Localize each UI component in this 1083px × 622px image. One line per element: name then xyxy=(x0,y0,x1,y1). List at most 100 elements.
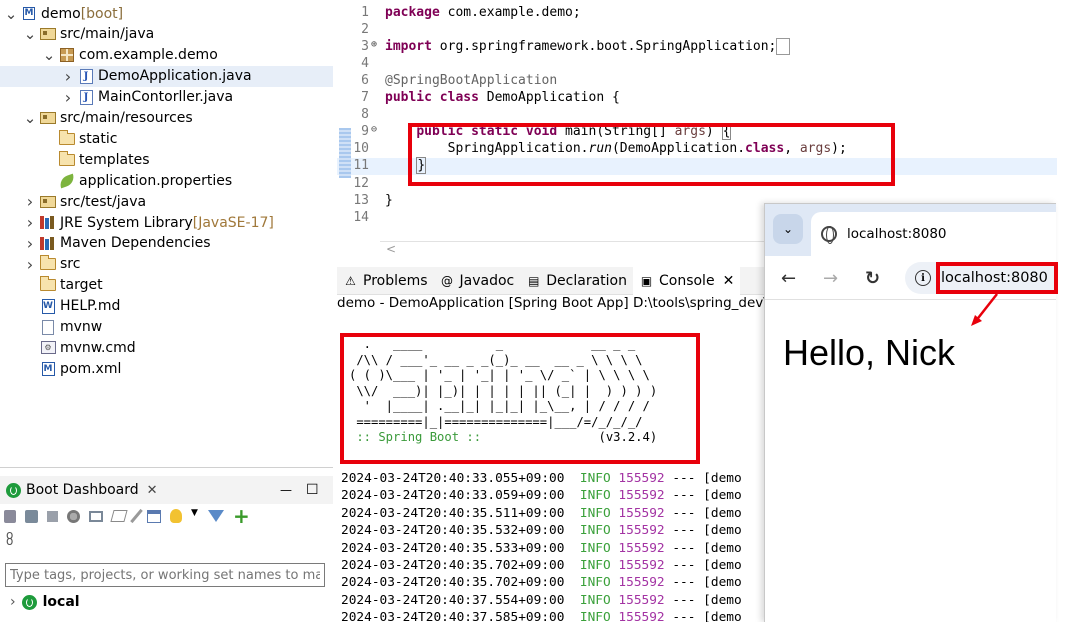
tree-item[interactable]: ⚙ mvnw.cmd xyxy=(0,337,333,358)
code-text: } xyxy=(416,157,427,174)
tree-item[interactable]: › src/test/java xyxy=(0,191,333,212)
log-level: INFO xyxy=(579,488,611,504)
tree-item[interactable]: Mpom.xml xyxy=(0,358,333,379)
chevron-right-icon[interactable]: › xyxy=(23,234,37,253)
chevron-right-icon[interactable]: › xyxy=(61,88,75,107)
fold-toggle-icon[interactable]: ⊕ xyxy=(371,39,381,56)
log-pid: 155592 xyxy=(618,610,665,622)
tree-item[interactable]: ⌄ Mdemo [boot] xyxy=(0,3,333,24)
fold-toggle-icon[interactable]: ⊖ xyxy=(371,124,381,141)
log-timestamp: 2024-03-24T20:40:33.059+09:00 xyxy=(341,488,565,504)
boot-dashboard-tab[interactable]: Boot Dashboard ✕ — ☐ xyxy=(0,476,333,504)
tree-item[interactable]: static xyxy=(0,128,333,149)
code-line[interactable]: 4 xyxy=(337,56,1057,73)
filter-input[interactable] xyxy=(5,563,325,587)
code-line[interactable]: 7 public class DemoApplication { xyxy=(337,90,1057,107)
tree-item[interactable]: mvnw xyxy=(0,317,333,338)
tree-item[interactable]: › JRE System Library [JavaSE-17] xyxy=(0,212,333,233)
back-button[interactable]: ← xyxy=(781,268,796,289)
tree-item[interactable]: ⌄ com.example.demo xyxy=(0,45,333,66)
minimize-icon[interactable]: — xyxy=(280,483,292,497)
spring-boot-version: (v3.2.4) xyxy=(481,430,658,444)
code-line[interactable]: 2 xyxy=(337,22,1057,39)
edit-icon[interactable] xyxy=(130,508,143,524)
debug-icon[interactable] xyxy=(25,509,38,523)
site-info-icon[interactable]: i xyxy=(915,270,931,286)
tree-item[interactable]: application.properties xyxy=(0,170,333,191)
chevron-right-icon[interactable]: › xyxy=(61,67,75,86)
tab-console[interactable]: ▣ Console ✕ xyxy=(632,266,741,295)
local-target-row[interactable]: › local xyxy=(10,594,80,610)
filter-icon[interactable] xyxy=(208,510,224,522)
tree-item[interactable]: ⌄ src/main/java xyxy=(0,24,333,45)
code-line[interactable]: 11 } xyxy=(337,157,1057,175)
tree-item[interactable]: › J MainContorller.java xyxy=(0,87,333,108)
browser-toolbar: ← → ↻ i localhost:8080 xyxy=(765,256,1056,300)
console-icon[interactable] xyxy=(110,510,128,522)
declaration-icon: ▤ xyxy=(528,273,540,288)
tree-item[interactable]: › Maven Dependencies xyxy=(0,233,333,254)
boot-dashboard-toolbar: ▼ + xyxy=(4,506,250,526)
browser-tab[interactable]: localhost:8080 xyxy=(811,212,1056,256)
tree-item-label: mvnw xyxy=(60,319,103,335)
folder-icon xyxy=(39,255,57,272)
chevron-right-icon[interactable]: › xyxy=(10,594,16,610)
log-level: INFO xyxy=(579,610,611,622)
chevron-down-icon[interactable]: ⌄ xyxy=(23,27,37,42)
console-output[interactable]: . ____ _ __ _ _ /\\ / ___'_ __ _ _(_)_ _… xyxy=(337,313,767,622)
properties-icon[interactable] xyxy=(147,509,161,523)
chevron-right-icon[interactable]: › xyxy=(23,213,37,232)
tree-item[interactable]: › src xyxy=(0,254,333,275)
code-line[interactable]: 1 package com.example.demo; xyxy=(337,5,1057,22)
browser-window: ⌄ localhost:8080 ← → ↻ i localhost:8080 … xyxy=(764,203,1056,622)
tree-item[interactable]: templates xyxy=(0,149,333,170)
code-line[interactable]: 12 xyxy=(337,176,1057,193)
log-rest: --- [demo xyxy=(664,471,742,486)
forward-button[interactable]: → xyxy=(823,268,838,289)
add-icon[interactable]: + xyxy=(233,506,250,526)
log-line: 2024-03-24T20:40:35.702+09:00 INFO 15559… xyxy=(341,558,742,575)
file-icon xyxy=(39,319,57,335)
banner-line: . ____ _ __ _ _ xyxy=(349,337,636,351)
start-icon[interactable] xyxy=(4,509,16,523)
chevron-down-icon[interactable]: ⌄ xyxy=(23,111,37,126)
chevron-right-icon[interactable]: › xyxy=(23,255,37,274)
tree-item[interactable]: target xyxy=(0,275,333,296)
close-icon[interactable]: ✕ xyxy=(147,483,158,498)
lightbulb-icon[interactable] xyxy=(170,509,182,523)
close-icon[interactable]: ✕ xyxy=(723,273,735,289)
tree-item[interactable]: W HELP.md xyxy=(0,296,333,317)
code-line[interactable]: 6 @SpringBootApplication xyxy=(337,73,1057,90)
log-line: 2024-03-24T20:40:37.585+09:00 INFO 15559… xyxy=(341,610,742,622)
gutter xyxy=(371,107,381,124)
log-timestamp: 2024-03-24T20:40:35.533+09:00 xyxy=(341,540,565,556)
stop-icon[interactable] xyxy=(47,510,58,522)
chevron-right-icon[interactable]: › xyxy=(23,192,37,211)
chevron-down-icon[interactable]: ⌄ xyxy=(4,6,18,21)
restart-icon[interactable] xyxy=(67,509,80,523)
reload-button[interactable]: ↻ xyxy=(865,268,880,289)
chevron-down-icon[interactable]: ▼ xyxy=(191,508,199,524)
page-content-text: Hello, Nick xyxy=(783,332,956,373)
code-text: public class DemoApplication { xyxy=(385,90,620,105)
javadoc-icon: @ xyxy=(441,273,454,288)
tree-item[interactable]: › J DemoApplication.java xyxy=(0,65,333,87)
code-line[interactable]: 8 xyxy=(337,107,1057,124)
code-line[interactable]: 10 SpringApplication.run(DemoApplication… xyxy=(337,141,1057,158)
tab-declaration[interactable]: ▤ Declaration xyxy=(520,267,633,295)
code-line[interactable]: 3 ⊕ import org.springframework.boot.Spring… xyxy=(337,38,1057,56)
tab-javadoc[interactable]: @ Javadoc xyxy=(434,267,521,295)
package-icon xyxy=(58,47,76,63)
tab-search-button[interactable]: ⌄ xyxy=(773,214,803,244)
tree-item[interactable]: ⌄ src/main/resources xyxy=(0,108,333,129)
overflow-icon[interactable]: oo xyxy=(6,529,13,547)
chevron-down-icon[interactable]: ⌄ xyxy=(42,48,56,63)
tree-item-label: com.example.demo xyxy=(79,47,218,64)
log-timestamp: 2024-03-24T20:40:35.532+09:00 xyxy=(341,523,565,539)
maximize-icon[interactable]: ☐ xyxy=(306,482,319,498)
tree-item-label: src xyxy=(60,256,81,273)
tab-problems[interactable]: ⚠ Problems xyxy=(337,267,434,295)
scroll-left-icon[interactable]: < xyxy=(386,242,396,256)
open-browser-icon[interactable] xyxy=(89,510,103,522)
code-line[interactable]: 9 ⊖ public static void main(String[] args… xyxy=(337,123,1057,141)
